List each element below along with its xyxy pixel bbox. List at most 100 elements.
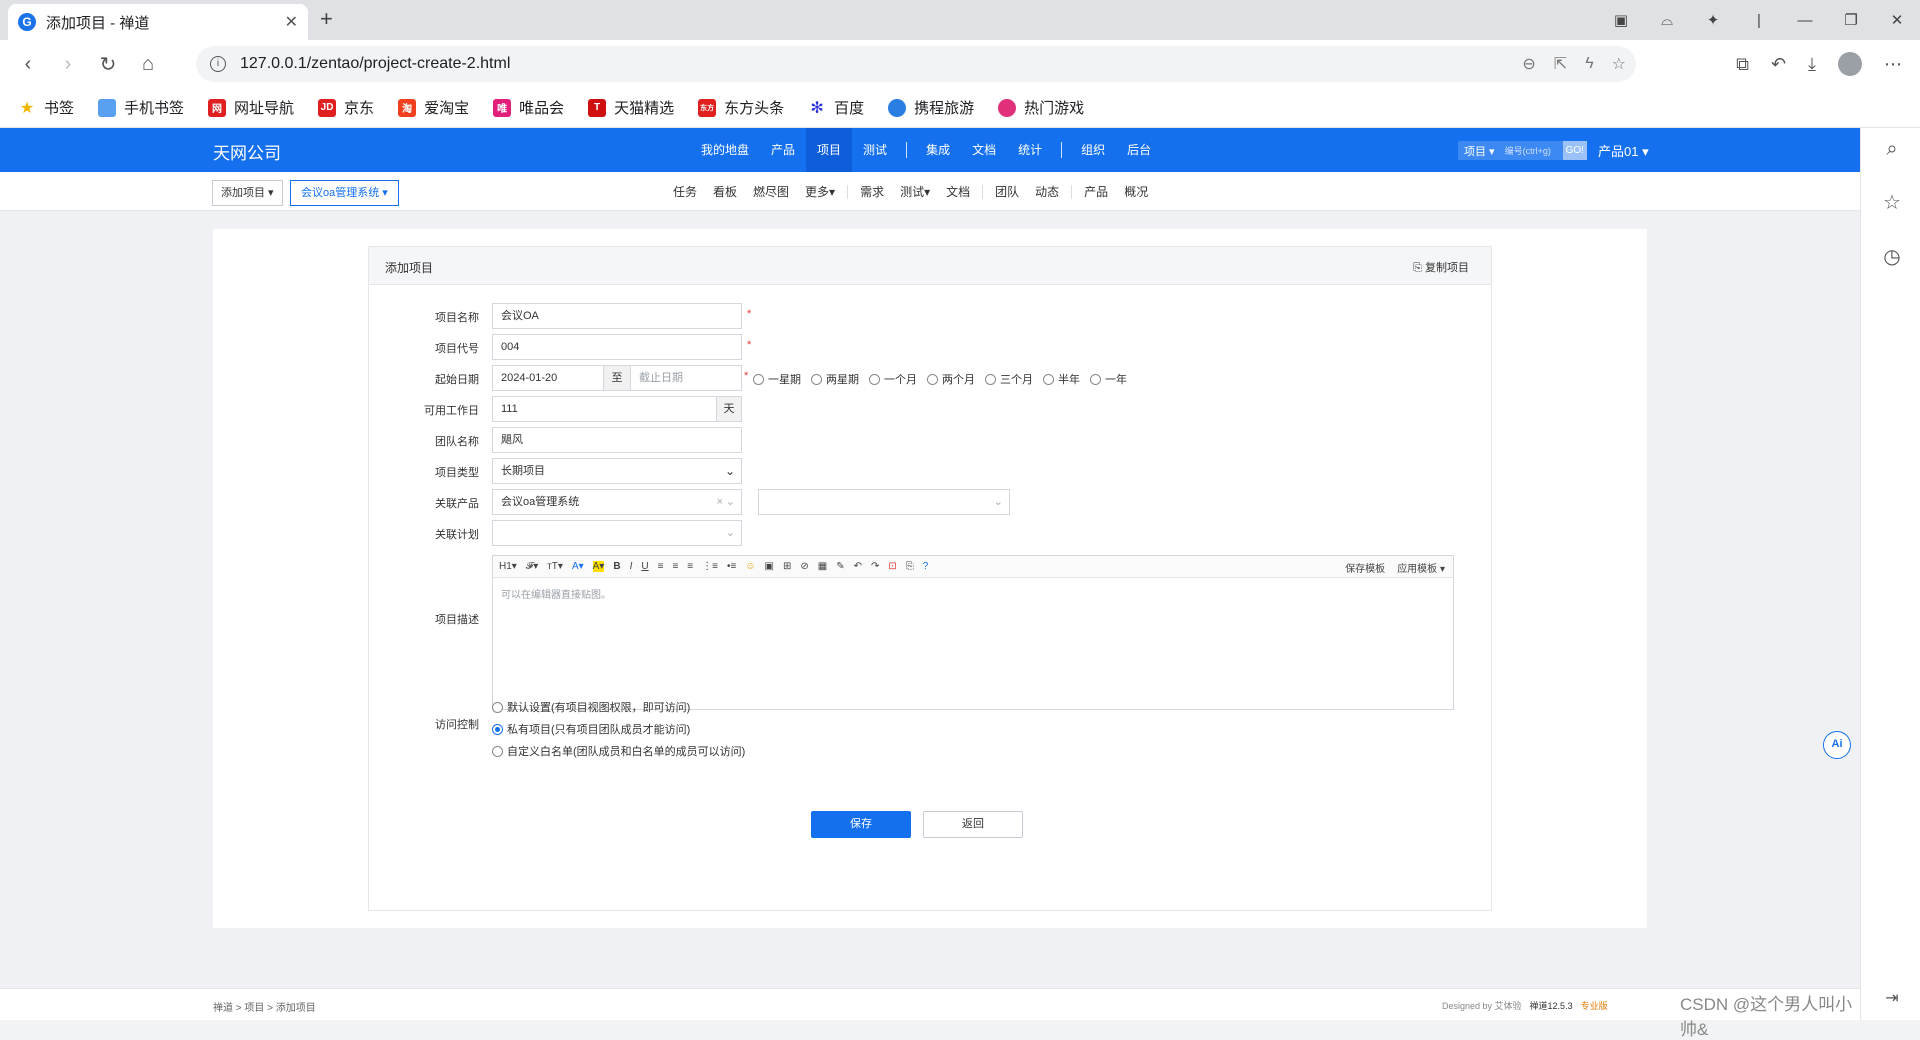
apply-template-button[interactable]: 应用模板 ▾ [1397, 560, 1445, 575]
link-tool[interactable]: ⊘ [800, 561, 808, 572]
browser-tab[interactable]: G 添加项目 - 禅道 ✕ [8, 4, 308, 40]
footer-breadcrumb[interactable]: 禅道 > 项目 > 添加项目 [213, 999, 316, 1014]
url-field[interactable]: i 127.0.0.1/zentao/project-create-2.html… [196, 46, 1636, 82]
zoom-icon[interactable]: ⊖ [1522, 54, 1535, 74]
collapse-sidebar-icon[interactable]: ⇥ [1881, 988, 1903, 1010]
submenu-kanban[interactable]: 看板 [705, 183, 745, 200]
underline-tool[interactable]: U [641, 561, 648, 572]
menu-doc[interactable]: 文档 [961, 128, 1007, 172]
search-go-button[interactable]: GO! [1562, 141, 1587, 160]
menu-admin[interactable]: 后台 [1116, 128, 1162, 172]
end-date-input[interactable]: 截止日期 [630, 365, 742, 391]
italic-tool[interactable]: I [630, 561, 633, 572]
bookmark-item[interactable]: ★ 书签 [18, 97, 74, 118]
site-info-icon[interactable]: i [210, 56, 226, 72]
code-tool[interactable]: ▦ [818, 561, 827, 572]
close-tab-icon[interactable]: ✕ [285, 12, 298, 32]
save-template-button[interactable]: 保存模板 [1345, 560, 1385, 575]
submenu-story[interactable]: 需求 [852, 183, 892, 200]
duration-radio[interactable]: 一星期 [753, 371, 801, 387]
duration-radio[interactable]: 一年 [1090, 371, 1127, 387]
menu-ci[interactable]: 集成 [915, 128, 961, 172]
heading-tool[interactable]: H1▾ [499, 561, 517, 572]
bold-tool[interactable]: B [613, 561, 620, 572]
description-editor[interactable]: H1▾ 𝓕▾ тT▾ A▾ A▾ B I U ≡ ≡ ≡ ⋮≡ •≡ ☺ ▣ ⊞ [492, 555, 1454, 710]
breadcrumb-add-project[interactable]: 添加项目 ▾ [212, 180, 283, 206]
plan-select[interactable]: ⌄ [492, 520, 742, 546]
ordered-list-tool[interactable]: ⋮≡ [702, 561, 718, 572]
fullscreen-tool[interactable]: ⊡ [888, 561, 896, 572]
product-select[interactable]: 会议oa管理系统 × ⌄ [492, 489, 742, 515]
edition-label[interactable]: 专业版 [1581, 999, 1608, 1012]
incognito-icon[interactable]: ⌓ [1644, 12, 1690, 29]
close-window-button[interactable]: ✕ [1874, 11, 1920, 29]
submenu-burn[interactable]: 燃尽图 [745, 183, 797, 200]
redo-tool[interactable]: ↷ [871, 561, 879, 572]
company-name[interactable]: 天网公司 [213, 139, 281, 164]
new-tab-button[interactable]: + [320, 6, 333, 32]
begin-date-input[interactable]: 2024-01-20 [492, 365, 604, 391]
share-icon[interactable]: ⇱ [1554, 54, 1567, 74]
star-icon[interactable]: ☆ [1612, 54, 1626, 74]
tab-count-icon[interactable]: ▣ [1598, 11, 1644, 29]
search-type-select[interactable]: 项目 ▾ [1458, 143, 1501, 159]
align-left-tool[interactable]: ≡ [658, 561, 664, 572]
highlight-tool[interactable]: A▾ [592, 561, 605, 572]
menu-product[interactable]: 产品 [760, 128, 806, 172]
save-button[interactable]: 保存 [811, 811, 911, 838]
lightning-icon[interactable]: ϟ [1585, 55, 1593, 73]
bookmark-item[interactable]: 手机书签 [98, 97, 184, 118]
submenu-product[interactable]: 产品 [1076, 183, 1116, 200]
ai-assistant-icon[interactable]: Ai [1823, 731, 1851, 759]
forward-icon[interactable]: › [48, 53, 88, 76]
bookmark-item[interactable]: T 天猫精选 [588, 97, 674, 118]
extension-icon[interactable]: ✦ [1690, 11, 1736, 29]
home-icon[interactable]: ⌂ [128, 53, 168, 76]
submenu-dynamic[interactable]: 动态 [1027, 183, 1067, 200]
image-tool[interactable]: ▣ [765, 561, 774, 572]
undo-tool[interactable]: ↶ [854, 561, 862, 572]
reload-icon[interactable]: ↻ [88, 52, 128, 77]
download-icon[interactable]: ⤓ [1808, 54, 1816, 75]
code-input[interactable]: 004 [492, 334, 742, 360]
days-input[interactable]: 111 [492, 396, 717, 422]
profile-avatar-icon[interactable] [1838, 52, 1862, 76]
history-clock-icon[interactable]: ◷ [1881, 246, 1903, 268]
source-tool[interactable]: ⎘ [906, 561, 914, 572]
product-branch-select[interactable]: ⌄ [758, 489, 1010, 515]
acl-custom-radio[interactable]: 自定义白名单(团队成员和白名单的成员可以访问) [492, 743, 745, 759]
menu-my[interactable]: 我的地盘 [690, 128, 760, 172]
submenu-task[interactable]: 任务 [665, 183, 705, 200]
clear-format-tool[interactable]: ✎ [836, 561, 844, 572]
duration-radio[interactable]: 两星期 [811, 371, 859, 387]
maximize-button[interactable]: ❐ [1828, 11, 1874, 29]
bookmark-item[interactable]: 热门游戏 [998, 97, 1084, 118]
font-color-tool[interactable]: A▾ [572, 561, 584, 572]
favorites-star-icon[interactable]: ☆ [1881, 192, 1903, 214]
duration-radio[interactable]: 半年 [1043, 371, 1080, 387]
bookmark-item[interactable]: 唯唯品会 [493, 97, 564, 118]
history-back-icon[interactable]: ↶ [1771, 54, 1786, 75]
submenu-test[interactable]: 测试▾ [892, 183, 938, 200]
acl-default-radio[interactable]: 默认设置(有项目视图权限，即可访问) [492, 699, 745, 715]
copy-project-button[interactable]: ⎘ 复制项目 [1413, 259, 1469, 275]
submenu-team[interactable]: 团队 [987, 183, 1027, 200]
menu-company[interactable]: 组织 [1070, 128, 1116, 172]
bookmark-item[interactable]: ✻ 百度 [808, 97, 864, 118]
extensions-icon[interactable]: ⧉ [1736, 54, 1749, 75]
type-select[interactable]: 长期项目 ⌄ [492, 458, 742, 484]
submenu-more[interactable]: 更多▾ [797, 183, 843, 200]
unordered-list-tool[interactable]: •≡ [727, 561, 736, 572]
bookmark-item[interactable]: 东方 东方头条 [698, 97, 784, 118]
acl-private-radio[interactable]: 私有项目(只有项目团队成员才能访问) [492, 721, 745, 737]
version-label[interactable]: 禅道12.5.3 [1530, 999, 1573, 1012]
team-input[interactable]: 飓风 [492, 427, 742, 453]
emoji-tool[interactable]: ☺ [745, 561, 755, 572]
bookmark-item[interactable]: 网网址导航 [208, 97, 294, 118]
bookmark-item[interactable]: JD 京东 [318, 97, 374, 118]
menu-icon[interactable]: ⋯ [1884, 54, 1902, 75]
name-input[interactable]: 会议OA [492, 303, 742, 329]
submenu-doc[interactable]: 文档 [938, 183, 978, 200]
font-tool[interactable]: 𝓕▾ [526, 561, 538, 572]
minimize-button[interactable]: — [1782, 12, 1828, 29]
